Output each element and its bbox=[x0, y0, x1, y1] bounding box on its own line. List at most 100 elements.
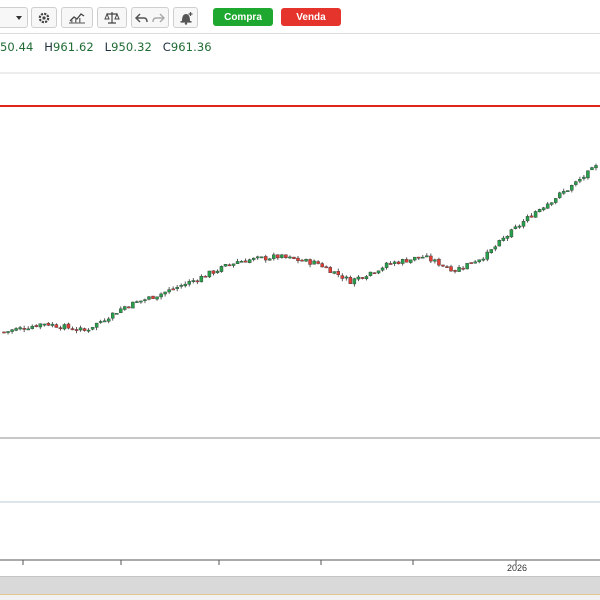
candle-body bbox=[529, 215, 534, 218]
candle-body bbox=[501, 237, 506, 241]
candle-body bbox=[115, 313, 119, 315]
candle-body bbox=[179, 285, 183, 287]
candle-body bbox=[18, 327, 22, 330]
candle-body bbox=[404, 259, 409, 263]
candle-body bbox=[449, 266, 453, 272]
candle-body bbox=[86, 329, 91, 332]
candle-body bbox=[392, 261, 397, 264]
candle-body bbox=[26, 328, 30, 331]
alert-button[interactable] bbox=[173, 7, 198, 28]
candle-body bbox=[243, 260, 248, 263]
scale-balance-icon bbox=[104, 12, 120, 24]
bottom-status-strip bbox=[0, 594, 600, 600]
candle-body bbox=[396, 261, 401, 265]
candle-body bbox=[94, 322, 99, 328]
candle-body bbox=[376, 270, 381, 274]
compra-button[interactable]: Compra bbox=[213, 8, 273, 26]
candle-body bbox=[517, 225, 522, 228]
candle-body bbox=[211, 270, 216, 274]
candle-body bbox=[292, 256, 296, 259]
candle-body bbox=[284, 254, 288, 258]
candle-body bbox=[453, 270, 457, 272]
chart-horizontal-scrollbar[interactable] bbox=[0, 576, 600, 594]
candle-body bbox=[14, 328, 18, 331]
candle-body bbox=[558, 192, 562, 198]
candle-body bbox=[151, 295, 155, 299]
candle-body bbox=[380, 267, 385, 271]
gear-icon bbox=[38, 12, 50, 23]
candle-body bbox=[102, 320, 107, 323]
candle-body bbox=[227, 264, 232, 267]
candle-body bbox=[139, 300, 143, 303]
candle-body bbox=[159, 293, 163, 298]
candle-body bbox=[513, 226, 518, 229]
redo-icon[interactable] bbox=[151, 12, 165, 24]
candle-body bbox=[509, 229, 514, 238]
candle-body bbox=[223, 264, 228, 267]
candle-body bbox=[38, 323, 42, 328]
candle-body bbox=[268, 258, 272, 261]
candle-body bbox=[272, 254, 276, 259]
candle-body bbox=[570, 185, 574, 191]
candle-body bbox=[30, 326, 34, 329]
price-chart[interactable] bbox=[0, 34, 600, 576]
candle-body bbox=[231, 263, 236, 266]
candle-body bbox=[549, 202, 554, 205]
candle-body bbox=[590, 167, 594, 171]
interval-dropdown-button[interactable] bbox=[0, 7, 28, 28]
candle-body bbox=[469, 262, 473, 264]
candle-body bbox=[90, 327, 95, 330]
candle-body bbox=[400, 259, 405, 264]
candle-body bbox=[260, 256, 264, 259]
candle-body bbox=[497, 240, 502, 247]
candle-body bbox=[485, 251, 489, 260]
candle-body bbox=[562, 190, 566, 194]
candle-body bbox=[578, 179, 582, 182]
indicators-button[interactable] bbox=[61, 7, 93, 28]
candle-body bbox=[384, 262, 389, 268]
compare-button[interactable] bbox=[97, 7, 127, 28]
candle-body bbox=[175, 286, 179, 289]
candle-body bbox=[433, 259, 437, 262]
undo-redo-group bbox=[131, 7, 169, 28]
time-axis-ticks bbox=[22, 560, 517, 565]
candle-body bbox=[328, 267, 332, 273]
candle-body bbox=[66, 323, 71, 329]
candle-body bbox=[441, 264, 445, 267]
candle-body bbox=[368, 271, 373, 276]
candle-body bbox=[445, 266, 449, 268]
candle-body bbox=[135, 301, 139, 303]
candle-body bbox=[574, 181, 578, 185]
candle-body bbox=[183, 283, 187, 287]
candle-body bbox=[288, 256, 292, 259]
chevron-down-icon bbox=[16, 15, 22, 20]
candle-body bbox=[155, 296, 159, 300]
x-tick-label-2026: 2026 bbox=[507, 563, 528, 573]
candle-body bbox=[111, 312, 115, 319]
candle-body bbox=[70, 328, 75, 331]
candle-body bbox=[533, 211, 538, 218]
candle-body bbox=[594, 165, 598, 169]
candle-body bbox=[119, 308, 123, 313]
candle-body bbox=[74, 329, 79, 331]
venda-button[interactable]: Venda bbox=[281, 8, 341, 26]
candle-body bbox=[586, 170, 590, 179]
candle-body bbox=[473, 261, 477, 264]
indicators-chart-icon bbox=[69, 12, 85, 23]
candle-body bbox=[276, 254, 280, 259]
candle-body bbox=[541, 207, 546, 211]
candle-body bbox=[300, 259, 304, 262]
candle-body bbox=[308, 259, 312, 265]
candle-body bbox=[235, 261, 240, 264]
chart-toolbar: Compra Venda bbox=[0, 0, 600, 34]
candle-body bbox=[296, 257, 300, 261]
candle-body bbox=[2, 331, 6, 334]
candle-body bbox=[123, 306, 127, 310]
settings-button[interactable] bbox=[31, 7, 57, 28]
undo-icon[interactable] bbox=[135, 12, 149, 24]
candle-body bbox=[219, 266, 224, 272]
candle-body bbox=[143, 299, 147, 302]
candle-body bbox=[421, 256, 425, 259]
candle-body bbox=[167, 289, 171, 293]
candle-body bbox=[320, 263, 324, 268]
